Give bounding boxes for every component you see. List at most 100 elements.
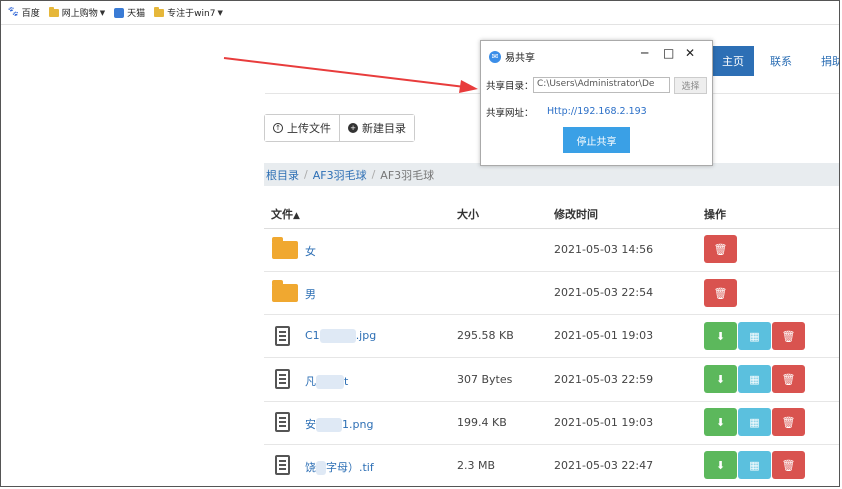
file-name-start: C1 bbox=[305, 329, 320, 342]
trash-icon: 🗑︎ bbox=[781, 415, 796, 429]
column-header-size[interactable]: 大小 bbox=[457, 206, 479, 222]
delete-button[interactable]: 🗑︎ bbox=[772, 408, 805, 436]
column-header-actions: 操作 bbox=[704, 208, 726, 221]
file-name-link[interactable]: 女 bbox=[305, 243, 316, 259]
delete-button[interactable]: 🗑︎ bbox=[772, 451, 805, 479]
download-button[interactable]: ⬇ bbox=[704, 451, 737, 479]
bookmark-label: 天猫 bbox=[127, 9, 146, 19]
bookmark-label: 网上购物 bbox=[61, 9, 98, 19]
qrcode-button[interactable]: ▦ bbox=[738, 408, 771, 436]
select-dir-button[interactable]: 选择 bbox=[674, 77, 707, 94]
blurred-text bbox=[316, 461, 326, 475]
file-name-end: 1.png bbox=[342, 418, 374, 431]
nav-contact[interactable]: 联系 bbox=[770, 46, 792, 76]
close-icon[interactable]: ✕ bbox=[685, 46, 695, 60]
qrcode-button[interactable]: ▦ bbox=[738, 451, 771, 479]
new-folder-label: 新建目录 bbox=[362, 122, 406, 135]
share-url-label: 共享网址： bbox=[486, 108, 534, 119]
delete-button[interactable]: 🗑︎ bbox=[772, 322, 805, 350]
download-icon: ⬇ bbox=[715, 329, 726, 343]
share-url-link[interactable]: Http://192.168.2.193 bbox=[547, 106, 647, 117]
share-dir-label: 共享目录： bbox=[486, 81, 534, 92]
row-divider bbox=[264, 314, 839, 315]
file-name-link[interactable]: 安 1.png bbox=[305, 416, 373, 432]
file-size: 307 Bytes bbox=[457, 373, 513, 386]
breadcrumb-separator: / bbox=[304, 168, 308, 181]
blurred-text bbox=[316, 418, 342, 432]
download-button[interactable]: ⬇ bbox=[704, 365, 737, 393]
column-header-modified[interactable]: 修改时间 bbox=[554, 206, 598, 222]
upload-icon: ↑ bbox=[273, 123, 283, 133]
breadcrumb-root[interactable]: 根目录 bbox=[266, 167, 299, 183]
bookmark-label: 专注于win7 bbox=[167, 9, 216, 19]
file-name-link[interactable]: 男 bbox=[305, 286, 316, 302]
tmall-icon bbox=[114, 7, 125, 18]
download-icon: ⬇ bbox=[715, 372, 726, 386]
breadcrumb-parent[interactable]: AF3羽毛球 bbox=[313, 167, 367, 183]
file-name-link[interactable]: C1 .jpg bbox=[305, 329, 376, 343]
bookmark-label: 百度 bbox=[21, 9, 40, 19]
file-name-end: .jpg bbox=[355, 329, 377, 342]
trash-icon: 🗑︎ bbox=[781, 458, 796, 472]
download-icon: ⬇ bbox=[715, 415, 726, 429]
file-size: 2.3 MB bbox=[457, 459, 496, 472]
share-app-icon: ✉︎ bbox=[489, 50, 501, 63]
file-icon bbox=[275, 412, 290, 432]
row-divider bbox=[264, 444, 839, 445]
sort-up-icon: ▲ bbox=[293, 211, 300, 221]
dropdown-caret-icon: ▼ bbox=[99, 8, 106, 17]
qrcode-button[interactable]: ▦ bbox=[738, 365, 771, 393]
file-icon bbox=[275, 326, 290, 346]
breadcrumb: 根目录 / AF3羽毛球 / AF3羽毛球 bbox=[264, 163, 839, 186]
bookmark-tmall[interactable]: 天猫 bbox=[114, 6, 145, 19]
trash-icon: 🗑︎ bbox=[781, 372, 796, 386]
folder-icon bbox=[154, 6, 165, 17]
delete-button[interactable]: 🗑︎ bbox=[704, 235, 737, 263]
upload-label: 上传文件 bbox=[287, 122, 331, 135]
dialog-title: ✉︎ 易共享 bbox=[489, 49, 535, 64]
file-name-link[interactable]: 饶字母）.tif bbox=[305, 459, 374, 475]
file-name-start: 凡 bbox=[305, 375, 316, 388]
qrcode-button[interactable]: ▦ bbox=[738, 322, 771, 350]
file-icon bbox=[275, 369, 290, 389]
share-dir-input[interactable]: C:\Users\Administrator\De bbox=[533, 77, 670, 93]
file-name-end: 字母）.tif bbox=[326, 461, 374, 474]
dropdown-caret-icon: ▼ bbox=[217, 8, 223, 17]
bookmark-shopping[interactable]: 网上购物 ▼ bbox=[48, 6, 106, 19]
dialog-title-text: 易共享 bbox=[505, 53, 535, 64]
modified-time: 2021-05-01 19:03 bbox=[554, 416, 654, 429]
download-button[interactable]: ⬇ bbox=[704, 408, 737, 436]
nav-home[interactable]: 主页 bbox=[712, 46, 754, 76]
download-icon: ⬇ bbox=[715, 458, 726, 472]
file-name-start: 安 bbox=[305, 418, 316, 431]
qrcode-icon: ▦ bbox=[749, 458, 760, 472]
row-divider bbox=[264, 357, 839, 358]
download-button[interactable]: ⬇ bbox=[704, 322, 737, 350]
file-name-link[interactable]: 凡t bbox=[305, 373, 348, 389]
qrcode-icon: ▦ bbox=[749, 329, 760, 343]
file-name-start: 饶 bbox=[305, 461, 316, 474]
file-size: 295.58 KB bbox=[457, 329, 514, 342]
bookmarks-bar: 🐾︎ 百度 网上购物 ▼ 天猫 专注于win7 ▼ bbox=[1, 1, 839, 25]
upload-button[interactable]: ↑ 上传文件 bbox=[265, 115, 339, 141]
plus-icon: + bbox=[348, 123, 358, 133]
folder-icon bbox=[272, 280, 298, 302]
new-folder-button[interactable]: + 新建目录 bbox=[339, 115, 414, 141]
modified-time: 2021-05-01 19:03 bbox=[554, 329, 654, 342]
trash-icon: 🗑︎ bbox=[781, 329, 796, 343]
bookmark-win7[interactable]: 专注于win7 ▼ bbox=[154, 6, 223, 19]
modified-time: 2021-05-03 22:47 bbox=[554, 459, 654, 472]
stop-share-button[interactable]: 停止共享 bbox=[563, 127, 630, 153]
delete-button[interactable]: 🗑︎ bbox=[772, 365, 805, 393]
bookmark-baidu[interactable]: 🐾︎ 百度 bbox=[7, 6, 40, 19]
minimize-icon[interactable]: ─ bbox=[641, 46, 648, 60]
qrcode-icon: ▦ bbox=[749, 415, 760, 429]
table-header-divider bbox=[264, 228, 839, 229]
modified-time: 2021-05-03 22:54 bbox=[554, 286, 654, 299]
trash-icon: 🗑︎ bbox=[713, 242, 728, 256]
nav-donate[interactable]: 捐助 bbox=[821, 46, 839, 76]
maximize-icon[interactable]: □ bbox=[663, 46, 674, 60]
delete-button[interactable]: 🗑︎ bbox=[704, 279, 737, 307]
qrcode-icon: ▦ bbox=[749, 372, 760, 386]
column-header-name[interactable]: 文件▲ bbox=[271, 206, 300, 222]
